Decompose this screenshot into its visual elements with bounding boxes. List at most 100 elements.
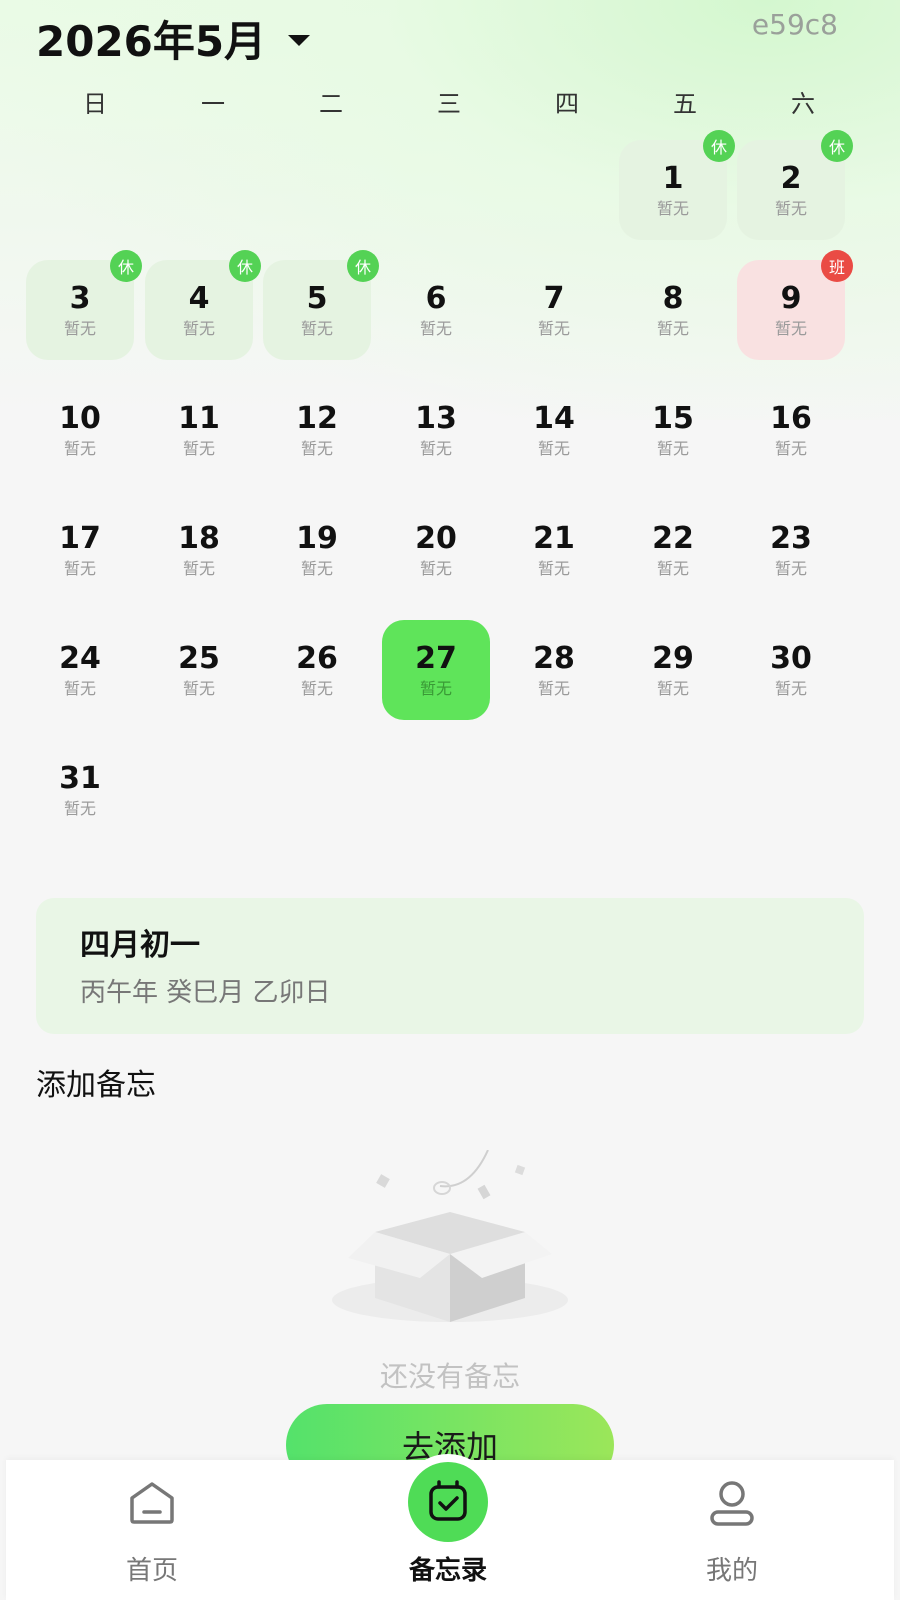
day-number: 29 <box>652 641 694 676</box>
home-icon <box>130 1482 174 1524</box>
workday-badge: 班 <box>821 250 853 282</box>
calendar-day-27[interactable]: 27 暂无 <box>382 620 490 720</box>
day-memo-status: 暂无 <box>537 679 570 698</box>
calendar-day-23[interactable]: 23 暂无 <box>737 500 845 600</box>
day-number: 12 <box>296 401 338 436</box>
tab-profile-label: 我的 <box>705 1556 758 1586</box>
memo-icon <box>429 1480 467 1521</box>
add-memo-title: 添加备忘 <box>36 1068 156 1103</box>
calendar-day-16[interactable]: 16 暂无 <box>737 380 845 480</box>
day-number: 8 <box>662 281 684 316</box>
calendar-day-4[interactable]: 4 暂无 休 <box>145 250 261 360</box>
empty-memo-text: 还没有备忘 <box>379 1360 520 1393</box>
weekday-fri: 五 <box>673 90 697 118</box>
calendar-day-30[interactable]: 30 暂无 <box>737 620 845 720</box>
month-title: 2026年5月 <box>36 16 267 66</box>
calendar-day-26[interactable]: 26 暂无 <box>263 620 371 720</box>
calendar-day-7[interactable]: 7 暂无 <box>500 260 608 360</box>
calendar-day-6[interactable]: 6 暂无 <box>382 260 490 360</box>
calendar-day-21[interactable]: 21 暂无 <box>500 500 608 600</box>
calendar-day-14[interactable]: 14 暂无 <box>500 380 608 480</box>
memo-tab-circle <box>408 1462 488 1542</box>
day-memo-status: 暂无 <box>774 559 807 578</box>
calendar-day-31[interactable]: 31 暂无 <box>26 740 134 840</box>
weekday-tue: 二 <box>319 90 343 118</box>
day-number: 4 <box>188 281 210 316</box>
day-number: 27 <box>415 641 457 676</box>
day-number: 9 <box>780 281 802 316</box>
holiday-badge: 休 <box>703 130 735 162</box>
day-number: 6 <box>425 281 447 316</box>
calendar-day-11[interactable]: 11 暂无 <box>145 380 253 480</box>
lunar-date: 四月初一 <box>80 928 200 963</box>
calendar-day-5[interactable]: 5 暂无 休 <box>263 250 379 360</box>
calendar-day-19[interactable]: 19 暂无 <box>263 500 371 600</box>
day-number: 1 <box>662 161 684 196</box>
month-selector[interactable]: 2026年5月 <box>36 8 311 68</box>
day-number: 7 <box>543 281 565 316</box>
day-number: 22 <box>652 521 694 556</box>
calendar-day-1[interactable]: 1 暂无 休 <box>619 130 735 240</box>
day-memo-status: 暂无 <box>300 679 333 698</box>
tab-home-label: 首页 <box>125 1556 178 1586</box>
day-number: 25 <box>178 641 220 676</box>
day-memo-status: 暂无 <box>774 319 807 338</box>
lunar-ganzhi: 丙午年 癸巳月 乙卯日 <box>80 978 331 1008</box>
day-memo-status: 暂无 <box>774 679 807 698</box>
day-memo-status: 暂无 <box>63 439 96 458</box>
tab-home[interactable]: 首页 <box>52 1460 252 1600</box>
device-code: e59c8 <box>751 8 838 41</box>
day-memo-status: 暂无 <box>656 679 689 698</box>
calendar-day-9[interactable]: 9 暂无 班 <box>737 250 853 360</box>
day-memo-status: 暂无 <box>63 679 96 698</box>
calendar-day-8[interactable]: 8 暂无 <box>619 260 727 360</box>
day-number: 31 <box>59 761 101 796</box>
day-number: 10 <box>59 401 101 436</box>
weekday-mon: 一 <box>201 90 225 118</box>
tab-profile[interactable]: 我的 <box>632 1460 832 1600</box>
day-memo-status: 暂无 <box>774 439 807 458</box>
day-number: 15 <box>652 401 694 436</box>
weekday-thu: 四 <box>555 90 579 118</box>
calendar-day-17[interactable]: 17 暂无 <box>26 500 134 600</box>
calendar-day-12[interactable]: 12 暂无 <box>263 380 371 480</box>
calendar-day-28[interactable]: 28 暂无 <box>500 620 608 720</box>
calendar-day-10[interactable]: 10 暂无 <box>26 380 134 480</box>
day-number: 28 <box>533 641 575 676</box>
calendar-day-15[interactable]: 15 暂无 <box>619 380 727 480</box>
day-number: 26 <box>296 641 338 676</box>
day-memo-status: 暂无 <box>656 319 689 338</box>
day-memo-status: 暂无 <box>537 439 570 458</box>
empty-box-illustration-icon <box>332 1150 568 1322</box>
day-memo-status: 暂无 <box>300 559 333 578</box>
day-memo-status: 暂无 <box>656 199 689 218</box>
lunar-info-card: 四月初一 丙午年 癸巳月 乙卯日 <box>36 898 864 1034</box>
calendar-day-20[interactable]: 20 暂无 <box>382 500 490 600</box>
day-number: 17 <box>59 521 101 556</box>
holiday-badge: 休 <box>229 250 261 282</box>
calendar-day-18[interactable]: 18 暂无 <box>145 500 253 600</box>
day-number: 30 <box>770 641 812 676</box>
day-number: 16 <box>770 401 812 436</box>
holiday-badge: 休 <box>110 250 142 282</box>
day-memo-status: 暂无 <box>63 319 96 338</box>
memo-tab-bubble[interactable] <box>400 1454 496 1550</box>
calendar-day-2[interactable]: 2 暂无 休 <box>737 130 853 240</box>
day-number: 2 <box>780 161 802 196</box>
calendar-day-3[interactable]: 3 暂无 休 <box>26 250 142 360</box>
calendar-day-13[interactable]: 13 暂无 <box>382 380 490 480</box>
day-memo-status: 暂无 <box>300 319 333 338</box>
day-number: 24 <box>59 641 101 676</box>
caret-down-icon <box>288 34 311 46</box>
calendar-day-22[interactable]: 22 暂无 <box>619 500 727 600</box>
day-memo-status: 暂无 <box>63 799 96 818</box>
calendar-day-29[interactable]: 29 暂无 <box>619 620 727 720</box>
calendar-day-25[interactable]: 25 暂无 <box>145 620 253 720</box>
calendar-day-24[interactable]: 24 暂无 <box>26 620 134 720</box>
weekday-wed: 三 <box>437 90 461 118</box>
tab-memo-label: 备忘录 <box>408 1556 487 1586</box>
profile-icon <box>710 1481 754 1526</box>
day-number: 18 <box>178 521 220 556</box>
day-memo-status: 暂无 <box>656 559 689 578</box>
day-memo-status: 暂无 <box>182 319 215 338</box>
